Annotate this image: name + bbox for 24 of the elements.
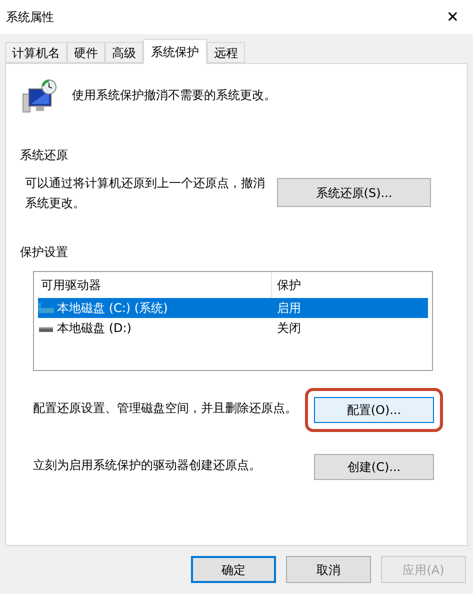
intro-text: 使用系统保护撤消不需要的系统更改。 bbox=[72, 87, 276, 104]
create-text: 立刻为启用系统保护的驱动器创建还原点。 bbox=[33, 457, 261, 474]
drive-name[interactable]: 本地磁盘 (D:) bbox=[55, 318, 134, 338]
window-title: 系统属性 bbox=[6, 9, 54, 26]
drive-row[interactable]: 本地磁盘 (D:) 关闭 bbox=[38, 318, 428, 338]
restore-text: 可以通过将计算机还原到上一个还原点，撤消系统更改。 bbox=[25, 175, 265, 212]
tab[interactable]: 计算机名 bbox=[5, 42, 67, 63]
configure-button[interactable]: 配置(O)... bbox=[314, 397, 434, 423]
tab[interactable]: 远程 bbox=[207, 42, 245, 63]
tab[interactable]: 系统保护 bbox=[143, 39, 207, 64]
drive-row[interactable]: 本地磁盘 (C:) (系统) 启用 bbox=[38, 298, 428, 318]
close-button[interactable]: ✕ bbox=[442, 6, 463, 28]
protection-status[interactable]: 关闭 bbox=[272, 318, 428, 338]
tab[interactable]: 硬件 bbox=[67, 42, 105, 63]
dialog-button[interactable]: 确定 bbox=[191, 556, 276, 583]
group-heading: 保护设置 bbox=[19, 244, 69, 261]
configure-text: 配置还原设置、管理磁盘空间，并且删除还原点。 bbox=[33, 400, 297, 417]
create-button[interactable]: 创建(C)... bbox=[314, 454, 434, 480]
column-header[interactable]: 保护 bbox=[272, 276, 428, 294]
group-heading: 系统还原 bbox=[19, 147, 69, 164]
dialog-button[interactable]: 取消 bbox=[286, 556, 371, 583]
drive-icon bbox=[38, 303, 54, 313]
system-restore-button[interactable]: 系统还原(S)... bbox=[277, 178, 431, 207]
tab[interactable]: 高级 bbox=[105, 42, 143, 63]
